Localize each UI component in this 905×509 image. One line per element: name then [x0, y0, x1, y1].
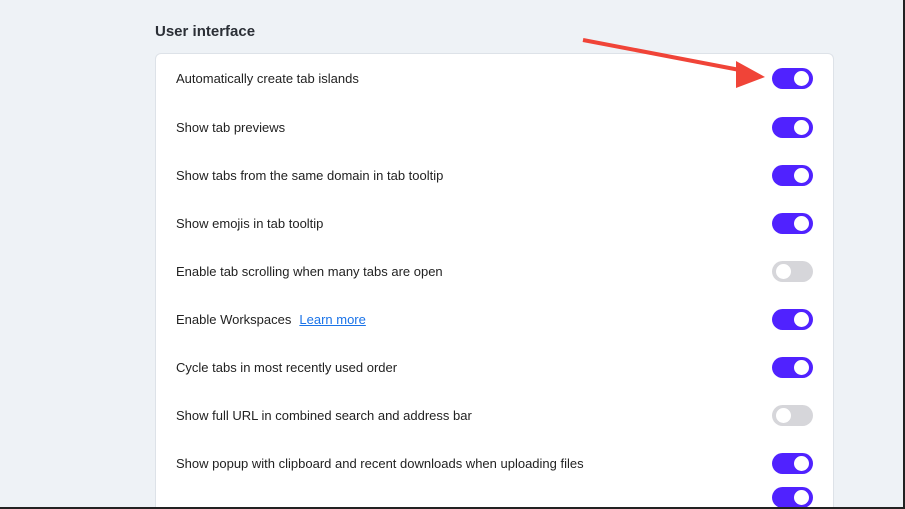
setting-label-text: Automatically create tab islands — [176, 71, 359, 86]
setting-row: Enable tab scrolling when many tabs are … — [156, 247, 833, 295]
setting-label-text: Enable Workspaces — [176, 311, 292, 327]
setting-label-text: Show tab previews — [176, 119, 286, 135]
setting-label: Show full URL in combined search and add… — [176, 408, 472, 423]
setting-label: Enable Workspaces Learn more — [176, 312, 366, 327]
setting-toggle[interactable] — [772, 68, 813, 89]
setting-row: Show full URL in combined search and add… — [156, 391, 833, 439]
setting-toggle[interactable] — [772, 308, 813, 330]
setting-row: Automatically create tab islands — [156, 54, 833, 103]
setting-toggle[interactable] — [772, 260, 813, 282]
setting-row: Show emojis in tab tooltip — [156, 199, 833, 247]
setting-toggle[interactable] — [772, 487, 813, 508]
setting-toggle[interactable] — [772, 212, 813, 234]
setting-row: Show popup with clipboard and recent dow… — [156, 439, 833, 487]
setting-toggle[interactable] — [772, 356, 813, 378]
setting-label: Automatically create tab islands — [176, 71, 359, 86]
setting-label: Show popup with clipboard and recent dow… — [176, 456, 584, 471]
section-title: User interface — [155, 23, 256, 40]
setting-row: Cycle tabs in most recently used order — [156, 343, 833, 391]
setting-label: Cycle tabs in most recently used order — [176, 360, 397, 375]
setting-label: Show tab previews — [176, 120, 285, 135]
setting-label-text: Enable tab scrolling when many tabs are … — [176, 263, 443, 279]
setting-label: Show emojis in tab tooltip — [176, 216, 323, 231]
setting-row: Show tabs from the same domain in tab to… — [156, 151, 833, 199]
setting-toggle[interactable] — [772, 404, 813, 426]
setting-label-text: Cycle tabs in most recently used order — [176, 359, 398, 375]
setting-row: Show tab previews — [156, 103, 833, 151]
setting-label: Show tabs from the same domain in tab to… — [176, 168, 443, 183]
setting-toggle[interactable] — [772, 164, 813, 186]
setting-label-text: Show full URL in combined search and add… — [176, 407, 472, 423]
setting-toggle[interactable] — [772, 452, 813, 474]
learn-more-link[interactable]: Learn more — [299, 312, 365, 327]
setting-label-text: Show tabs from the same domain in tab to… — [176, 167, 444, 183]
setting-toggle[interactable] — [772, 116, 813, 138]
setting-row: Enable Workspaces Learn more — [156, 295, 833, 343]
setting-label-text: Show emojis in tab tooltip — [176, 215, 324, 231]
setting-label: Enable tab scrolling when many tabs are … — [176, 264, 443, 279]
setting-row — [156, 487, 833, 508]
setting-label-text: Show popup with clipboard and recent dow… — [176, 455, 584, 471]
settings-card: Automatically create tab islands Show tab… — [155, 53, 834, 508]
